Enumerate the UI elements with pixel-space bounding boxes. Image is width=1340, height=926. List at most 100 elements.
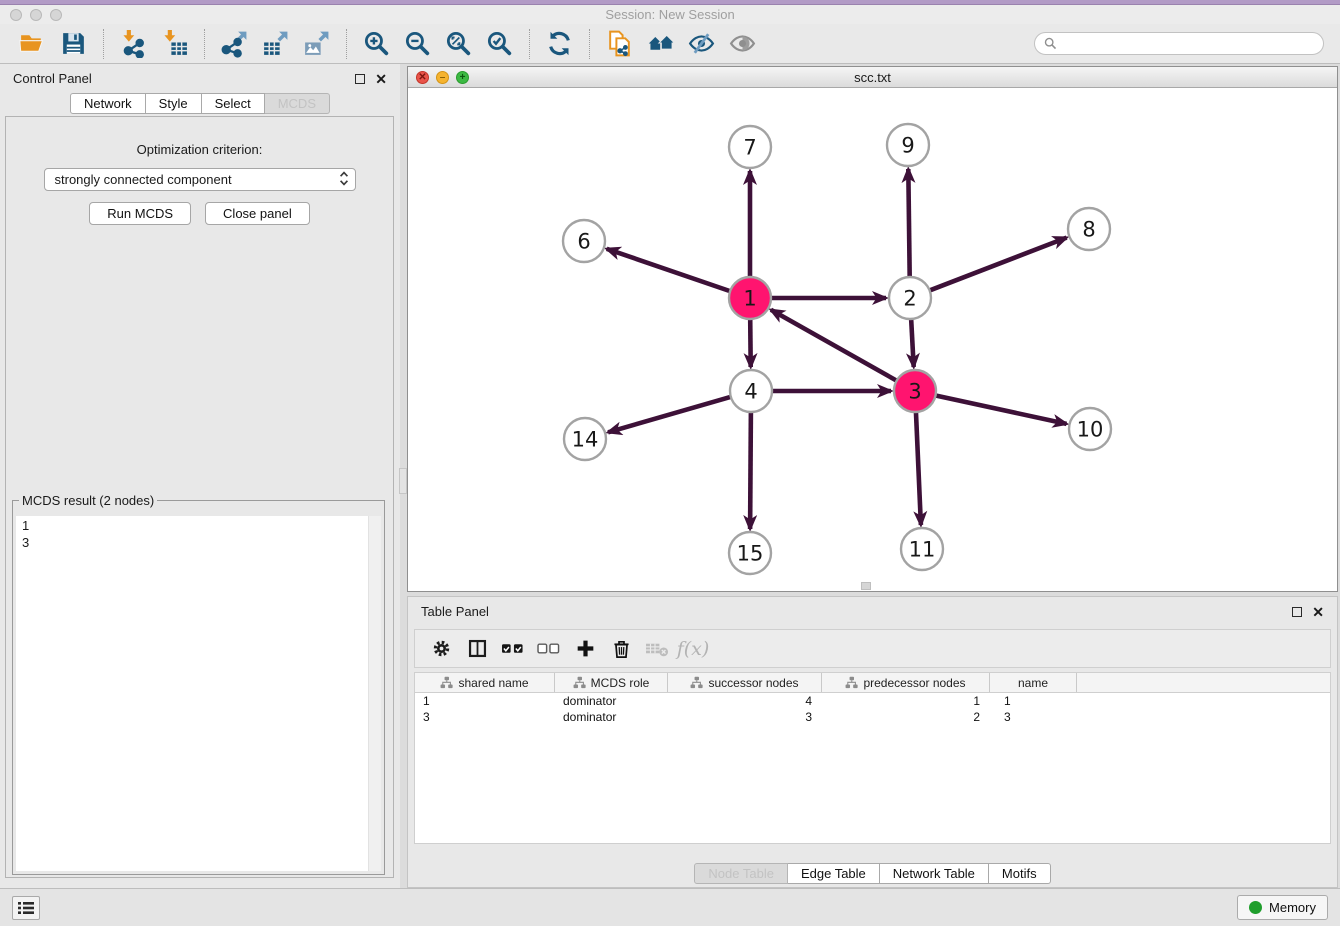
network-canvas[interactable]: 1 2 3 4 6 7 8 9 10 11 14 15 [408,89,1337,591]
float-table-panel-button[interactable] [1292,607,1302,617]
hide-graphics-details-button[interactable] [681,27,722,61]
memory-status-icon [1249,901,1262,914]
column-layout-button[interactable] [460,633,494,665]
table-delete-icon [644,638,670,659]
column-header-predecessor-nodes[interactable]: predecessor nodes [822,673,990,692]
graph-node-1[interactable]: 1 [729,277,771,319]
graph-node-4[interactable]: 4 [730,370,772,412]
graph-edge-4-15[interactable] [750,411,751,529]
graph-node-7[interactable]: 7 [729,126,771,168]
table-tab-motifs[interactable]: Motifs [989,863,1051,884]
table-row[interactable]: 3dominator323 [415,709,1330,725]
graph-node-8[interactable]: 8 [1068,208,1110,250]
network-zoom-button[interactable]: + [456,71,469,84]
table-tab-network-table[interactable]: Network Table [880,863,989,884]
task-history-button[interactable] [12,896,40,920]
graph-edge-3-11[interactable] [916,411,921,525]
zoom-fit-icon [444,29,473,58]
empty-boxes-icon [536,638,562,659]
float-panel-button[interactable] [355,74,365,84]
delete-columns-button[interactable] [604,633,638,665]
graph-edge-2-9[interactable] [908,169,909,278]
tab-select[interactable]: Select [202,93,265,114]
table-row[interactable]: 1dominator411 [415,693,1330,709]
plus-icon [575,638,596,659]
zoom-in-button[interactable] [356,27,397,61]
graph-edge-4-14[interactable] [608,397,732,433]
network-window-title: scc.txt [408,70,1337,85]
graph-edge-2-3[interactable] [911,318,914,367]
svg-text:8: 8 [1082,218,1095,242]
export-network-button[interactable] [214,27,255,61]
network-close-button[interactable]: ✕ [416,71,429,84]
column-header-shared-name[interactable]: shared name [415,673,555,692]
network-minimize-button[interactable]: – [436,71,449,84]
graph-node-14[interactable]: 14 [564,418,606,460]
control-panel-tabs: NetworkStyleSelectMCDS [0,93,400,114]
close-table-panel-button[interactable]: ✕ [1312,607,1324,617]
criterion-select[interactable]: strongly connected component [44,168,356,191]
select-all-columns-button[interactable] [496,633,530,665]
graph-node-2[interactable]: 2 [889,277,931,319]
eye-gray-icon [728,29,757,58]
tab-mcds[interactable]: MCDS [265,93,330,114]
graph-node-15[interactable]: 15 [729,532,771,574]
close-panel-button[interactable]: Close panel [205,202,310,225]
svg-text:10: 10 [1077,418,1104,442]
tab-network[interactable]: Network [70,93,146,114]
graph-node-6[interactable]: 6 [563,220,605,262]
graph-edge-3-1[interactable] [771,310,898,381]
zoom-fit-button[interactable] [438,27,479,61]
table-tab-edge-table[interactable]: Edge Table [788,863,880,884]
import-table-button[interactable] [154,27,195,61]
mcds-result-group: MCDS result (2 nodes) 1 3 [12,493,385,875]
graph-node-10[interactable]: 10 [1069,408,1111,450]
unselect-all-columns-button[interactable] [532,633,566,665]
table-settings-button[interactable] [424,633,458,665]
result-scrollbar[interactable] [368,516,381,871]
table-cell: dominator [555,709,668,725]
export-image-icon [302,29,331,58]
export-image-button[interactable] [296,27,337,61]
search-input[interactable] [1062,36,1314,51]
graph-edge-1-6[interactable] [607,249,731,292]
graph-node-9[interactable]: 9 [887,124,929,166]
node-table: shared nameMCDS rolesuccessor nodesprede… [414,672,1331,844]
show-details-button[interactable] [722,27,763,61]
network-window-titlebar: scc.txt ✕ – + [408,67,1337,88]
canvas-resize-handle[interactable] [861,582,871,590]
graph-edge-2-8[interactable] [929,238,1067,291]
table-tab-node-table[interactable]: Node Table [694,863,788,884]
export-table-button[interactable] [255,27,296,61]
close-panel-icon-button[interactable]: ✕ [375,74,387,84]
memory-button[interactable]: Memory [1237,895,1328,920]
create-column-button[interactable] [568,633,602,665]
floppy-icon [59,29,88,58]
mcds-result-text[interactable]: 1 3 [16,516,381,871]
control-panel-header: Control Panel ✕ [0,64,400,93]
session-title: Session: New Session [0,7,1340,22]
graph-edge-1-4[interactable] [750,318,751,367]
home-button[interactable] [640,27,681,61]
column-header-successor-nodes[interactable]: successor nodes [668,673,822,692]
clone-network-button[interactable] [599,27,640,61]
save-session-button[interactable] [53,27,94,61]
column-header-name[interactable]: name [990,673,1077,692]
delete-table-button[interactable] [640,633,674,665]
column-header-MCDS-role[interactable]: MCDS role [555,673,668,692]
open-session-button[interactable] [12,27,53,61]
function-builder-button[interactable]: f(x) [676,633,710,665]
apply-layout-button[interactable] [539,27,580,61]
search-box[interactable] [1034,32,1324,55]
zoom-selected-button[interactable] [479,27,520,61]
panel-splitter-handle[interactable] [399,468,407,494]
graph-node-11[interactable]: 11 [901,528,943,570]
tab-style[interactable]: Style [146,93,202,114]
run-mcds-button[interactable]: Run MCDS [89,202,191,225]
graph-edge-3-10[interactable] [935,395,1067,424]
columns-icon [467,638,488,659]
graph-node-3[interactable]: 3 [894,370,936,412]
import-network-button[interactable] [113,27,154,61]
table-panel-title: Table Panel [421,604,489,619]
zoom-out-button[interactable] [397,27,438,61]
